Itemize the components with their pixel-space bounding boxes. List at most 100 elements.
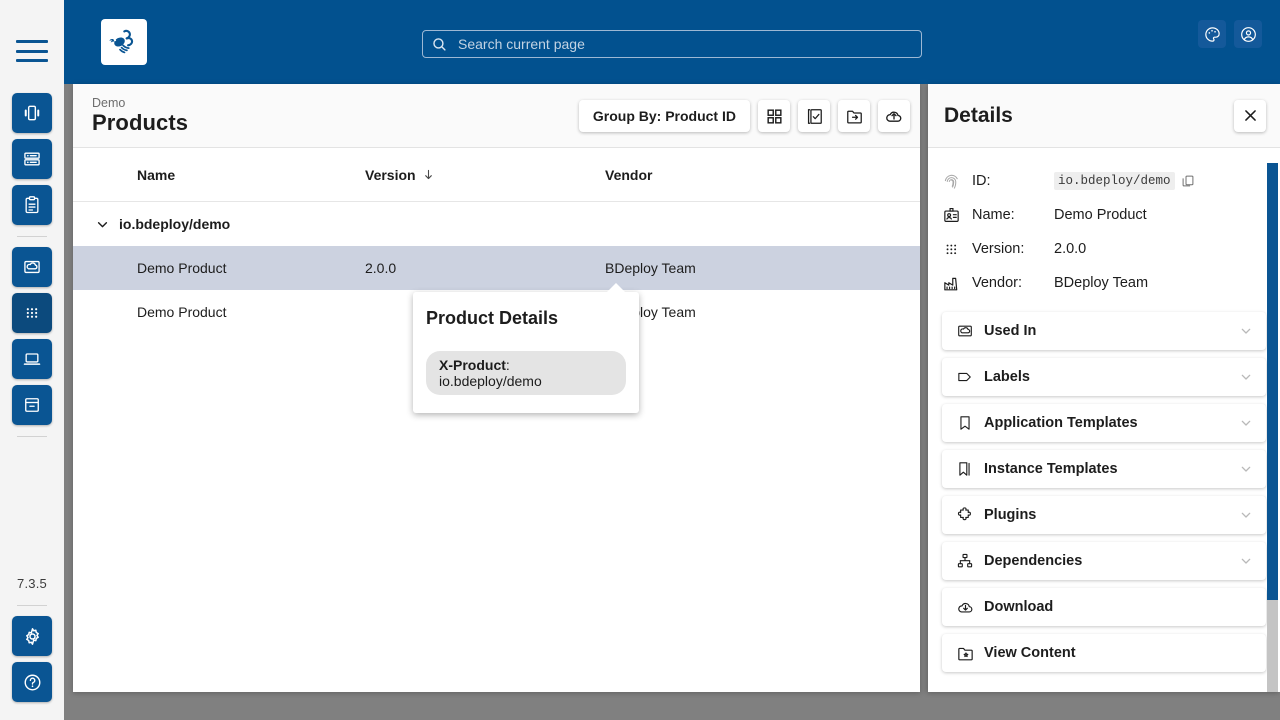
- user-account-button[interactable]: [1234, 20, 1262, 48]
- table-group-label: io.bdeploy/demo: [119, 216, 231, 232]
- rail-divider-footer: [17, 605, 47, 606]
- card-view-button[interactable]: [758, 100, 790, 132]
- sidebar-item-client-apps[interactable]: [12, 339, 52, 379]
- detail-value-version: 2.0.0: [1054, 241, 1087, 257]
- chevron-down-icon[interactable]: [1238, 553, 1254, 569]
- scrollbar-thumb[interactable]: [1267, 163, 1278, 600]
- detail-label-version: Version:: [972, 241, 1025, 257]
- cloud-download-icon: [956, 598, 984, 617]
- bulk-select-button[interactable]: [798, 100, 830, 132]
- detail-value-id-wrap: io.bdeploy/demo: [1054, 172, 1195, 190]
- close-icon: [1241, 106, 1260, 125]
- theme-button[interactable]: [1198, 20, 1226, 48]
- column-header-version[interactable]: Version: [365, 167, 605, 183]
- group-by-button[interactable]: Group By: Product ID: [578, 100, 750, 132]
- grid-dots-icon: [22, 303, 42, 323]
- section-used-in[interactable]: Used In: [942, 312, 1266, 350]
- section-application-templates[interactable]: Application Templates: [942, 404, 1266, 442]
- chevron-down-icon[interactable]: [1238, 369, 1254, 385]
- chevron-down-icon[interactable]: [73, 216, 119, 233]
- search-box[interactable]: [422, 30, 922, 58]
- chevron-down-icon[interactable]: [1238, 415, 1254, 431]
- search-icon: [431, 36, 448, 53]
- detail-value-id: io.bdeploy/demo: [1054, 172, 1175, 190]
- folder-star-icon: [956, 644, 984, 663]
- copy-icon[interactable]: [1181, 174, 1195, 188]
- help-circle-icon: [22, 672, 43, 693]
- left-navigation-rail: 7.3.5: [0, 0, 64, 720]
- cloud-box-icon: [22, 257, 42, 277]
- cell-name: Demo Product: [137, 260, 227, 276]
- section-instance-templates[interactable]: Instance Templates: [942, 450, 1266, 488]
- rail-divider-bottom: [17, 436, 47, 437]
- cell-vendor: BDeploy Team: [605, 304, 696, 320]
- hamburger-menu-icon[interactable]: [16, 40, 48, 62]
- details-title: Details: [944, 103, 1013, 127]
- table-group-row[interactable]: io.bdeploy/demo: [73, 202, 920, 246]
- application-window: 7.3.5 Search current page Demo Products …: [0, 0, 1280, 720]
- settings-button[interactable]: [12, 616, 52, 656]
- chevron-down-icon[interactable]: [1238, 461, 1254, 477]
- details-scrollbar[interactable]: [1267, 163, 1280, 692]
- app-version-label: 7.3.5: [17, 576, 47, 591]
- section-plugins[interactable]: Plugins: [942, 496, 1266, 534]
- section-label: Plugins: [984, 507, 1037, 523]
- section-labels[interactable]: Labels: [942, 358, 1266, 396]
- cell-name: Demo Product: [137, 304, 227, 320]
- popover-chip-value: io.bdeploy/demo: [439, 373, 542, 389]
- hierarchy-icon: [956, 552, 984, 570]
- section-download[interactable]: Download: [942, 588, 1266, 626]
- details-panel-header: Details: [928, 84, 1280, 148]
- rail-divider: [17, 236, 47, 237]
- laptop-icon: [22, 349, 42, 369]
- section-label: Used In: [984, 323, 1037, 339]
- section-view-content[interactable]: View Content: [942, 634, 1266, 672]
- grid-dots-icon: [942, 240, 972, 259]
- detail-value-name: Demo Product: [1054, 207, 1147, 223]
- clipboard-icon: [22, 195, 42, 215]
- popover-title: Product Details: [426, 308, 559, 328]
- sidebar-item-reports[interactable]: [12, 185, 52, 225]
- details-panel: Details ID: io.bdeploy/demo Name: Demo P…: [928, 84, 1280, 692]
- cloud-box-icon: [956, 322, 984, 340]
- top-header-bar: [64, 0, 1280, 84]
- checkbox-stack-icon: [805, 107, 824, 126]
- sidebar-item-instances[interactable]: [12, 93, 52, 133]
- archive-box-icon: [22, 395, 42, 415]
- section-label: Dependencies: [984, 553, 1083, 569]
- sidebar-item-software-repos[interactable]: [12, 247, 52, 287]
- products-toolbar: Group By: Product ID: [578, 100, 910, 132]
- bookmark-stack-icon: [956, 460, 984, 478]
- sidebar-item-servers[interactable]: [12, 139, 52, 179]
- detail-field-vendor: Vendor: BDeploy Team: [942, 266, 1264, 300]
- chevron-down-icon[interactable]: [1238, 507, 1254, 523]
- rail-icon-list: [12, 93, 52, 447]
- column-header-name[interactable]: Name: [73, 167, 365, 183]
- search-input[interactable]: [456, 35, 913, 53]
- detail-label-vendor: Vendor:: [972, 275, 1022, 291]
- section-label: Download: [984, 599, 1054, 615]
- section-label: View Content: [984, 645, 1076, 661]
- table-row[interactable]: Demo Product 2.0.0 BDeploy Team: [73, 246, 920, 290]
- upload-product-button[interactable]: [878, 100, 910, 132]
- import-product-button[interactable]: [838, 100, 870, 132]
- close-details-button[interactable]: [1234, 99, 1266, 132]
- column-header-vendor[interactable]: Vendor: [605, 167, 920, 183]
- column-header-version-label: Version: [365, 166, 416, 183]
- section-label: Labels: [984, 369, 1030, 385]
- section-dependencies[interactable]: Dependencies: [942, 542, 1266, 580]
- user-circle-icon: [1239, 25, 1258, 44]
- page-title: Products: [92, 109, 189, 135]
- search-container: [422, 30, 922, 58]
- chevron-down-icon[interactable]: [1238, 323, 1254, 339]
- id-badge-icon: [942, 206, 972, 225]
- help-button[interactable]: [12, 662, 52, 702]
- sidebar-item-archive[interactable]: [12, 385, 52, 425]
- products-panel-header: Demo Products Group By: Product ID: [73, 84, 920, 148]
- sidebar-item-products[interactable]: [12, 293, 52, 333]
- tag-icon: [956, 368, 984, 386]
- detail-label-id: ID:: [972, 173, 991, 189]
- fingerprint-icon: [942, 172, 972, 191]
- instance-group-icon: [22, 103, 42, 123]
- palette-icon: [1203, 25, 1222, 44]
